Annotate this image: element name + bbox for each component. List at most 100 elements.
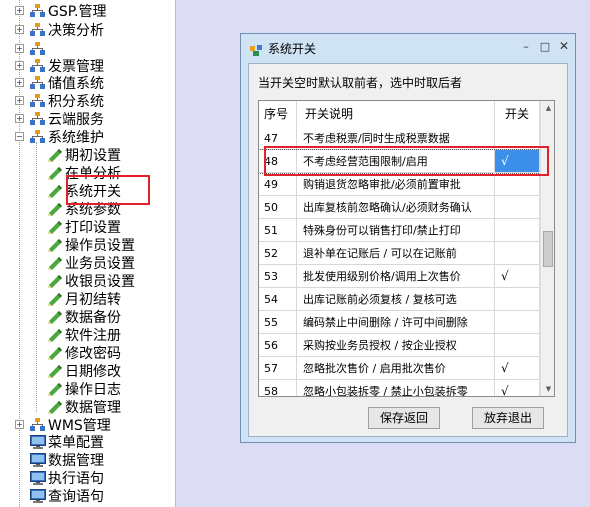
folder-tree-icon xyxy=(30,112,45,126)
expand-toggle-icon[interactable]: + xyxy=(15,78,24,87)
collapse-toggle-icon[interactable]: − xyxy=(15,132,24,141)
switch-checkbox-cell[interactable] xyxy=(495,173,540,196)
tree-item-label: 决策分析 xyxy=(48,23,104,39)
pencil-icon xyxy=(47,382,62,396)
maximize-button[interactable]: □ xyxy=(537,40,553,54)
switch-checkbox-cell[interactable] xyxy=(495,242,540,265)
switch-row[interactable]: 50 出库复核前忽略确认/必须财务确认 xyxy=(259,196,540,219)
tree-item[interactable]: 月初结转 xyxy=(47,290,121,308)
switch-row[interactable]: 47 不考虑税票/同时生成税票数据 xyxy=(259,127,540,150)
tree-item[interactable]: 数据管理 xyxy=(30,451,104,469)
tree-item[interactable]: 积分系统 xyxy=(30,92,104,110)
row-description-cell: 购销退货忽略审批/必须前置审批 xyxy=(297,173,495,196)
tree-item[interactable]: 系统参数 xyxy=(47,200,121,218)
switch-row[interactable]: 58 忽略小包装拆零 / 禁止小包装拆零 √ xyxy=(259,380,540,397)
switch-row[interactable]: 52 退补单在记账后 / 可以在记账前 xyxy=(259,242,540,265)
expand-toggle-icon[interactable]: + xyxy=(15,114,24,123)
scroll-down-button[interactable]: ▼ xyxy=(541,382,554,396)
close-button[interactable]: ✕ xyxy=(556,40,572,54)
save-return-button[interactable]: 保存返回 xyxy=(368,407,440,429)
tree-item-label: 储值系统 xyxy=(48,76,104,92)
switch-row[interactable]: 49 购销退货忽略审批/必须前置审批 xyxy=(259,173,540,196)
nav-tree: + GSP.管理 + 决策分析 + + 发票管理 + 储值系统 + 积分系统 + 云端服务 − 系统维护 期初… xyxy=(0,0,176,507)
tree-item-label: 修改密码 xyxy=(65,346,121,362)
check-mark-icon: √ xyxy=(501,384,509,397)
switch-checkbox-cell[interactable] xyxy=(495,311,540,334)
row-number-cell: 57 xyxy=(259,357,297,380)
scroll-thumb[interactable] xyxy=(543,231,553,267)
tree-item[interactable] xyxy=(30,40,48,58)
switch-row[interactable]: 51 特殊身份可以销售打印/禁止打印 xyxy=(259,219,540,242)
row-description-cell: 忽略小包装拆零 / 禁止小包装拆零 xyxy=(297,380,495,396)
tree-item[interactable]: 系统维护 xyxy=(30,128,104,146)
row-description-cell: 不考虑经营范围限制/启用 xyxy=(297,150,495,173)
tree-item[interactable]: 修改密码 xyxy=(47,344,121,362)
monitor-icon xyxy=(30,489,46,503)
switch-checkbox-cell[interactable] xyxy=(495,288,540,311)
check-mark-icon: √ xyxy=(501,154,509,168)
switch-row[interactable]: 56 采购按业务员授权 / 按企业授权 xyxy=(259,334,540,357)
expand-toggle-icon[interactable]: + xyxy=(15,6,24,15)
tree-item[interactable]: 执行语句 xyxy=(30,469,104,487)
tree-item[interactable]: 数据备份 xyxy=(47,308,121,326)
folder-tree-icon xyxy=(30,94,45,108)
row-number-cell: 51 xyxy=(259,219,297,242)
tree-item-label: 系统开关 xyxy=(65,184,121,200)
tree-item[interactable]: 系统开关 xyxy=(47,182,121,200)
switch-checkbox-cell[interactable]: √ xyxy=(495,357,540,380)
switch-row[interactable]: 54 出库记账前必须复核 / 复核可选 xyxy=(259,288,540,311)
tree-item[interactable]: 菜单配置 xyxy=(30,433,104,451)
minimize-button[interactable]: – xyxy=(518,40,534,54)
tree-item[interactable]: 收银员设置 xyxy=(47,272,135,290)
switch-checkbox-cell[interactable] xyxy=(495,127,540,150)
row-number-cell: 52 xyxy=(259,242,297,265)
expand-toggle-icon[interactable]: + xyxy=(15,96,24,105)
tree-item-label: 收银员设置 xyxy=(65,274,135,290)
pencil-icon xyxy=(47,184,62,198)
vertical-scrollbar[interactable]: ▲ ▼ xyxy=(540,101,554,396)
column-header-switch[interactable]: 开关 xyxy=(495,101,540,127)
tree-item-label: 期初设置 xyxy=(65,148,121,164)
switch-checkbox-cell[interactable] xyxy=(495,196,540,219)
switch-row[interactable]: 55 编码禁止中间删除 / 许可中间删除 xyxy=(259,311,540,334)
column-header-no[interactable]: 序号 xyxy=(259,101,297,127)
tree-item[interactable]: 软件注册 xyxy=(47,326,121,344)
row-description-cell: 特殊身份可以销售打印/禁止打印 xyxy=(297,219,495,242)
tree-item-label: 积分系统 xyxy=(48,94,104,110)
tree-item[interactable]: 决策分析 xyxy=(30,21,104,39)
expand-toggle-icon[interactable]: + xyxy=(15,61,24,70)
tree-item[interactable]: GSP.管理 xyxy=(30,2,106,20)
tree-item[interactable]: 期初设置 xyxy=(47,146,121,164)
tree-item[interactable]: 日期修改 xyxy=(47,362,121,380)
pencil-icon xyxy=(47,166,62,180)
expand-toggle-icon[interactable]: + xyxy=(15,25,24,34)
dialog-titlebar[interactable]: 系统开关 – □ ✕ xyxy=(241,34,575,61)
switch-row[interactable]: 57 忽略批次售价 / 启用批次售价 √ xyxy=(259,357,540,380)
switch-checkbox-cell[interactable]: √ xyxy=(495,150,540,173)
tree-item[interactable]: 操作日志 xyxy=(47,380,121,398)
column-header-desc[interactable]: 开关说明 xyxy=(297,101,495,127)
tree-item-label: 系统维护 xyxy=(48,130,104,146)
switch-checkbox-cell[interactable] xyxy=(495,219,540,242)
expand-toggle-icon[interactable]: + xyxy=(15,44,24,53)
tree-item[interactable]: 查询语句 xyxy=(30,487,104,505)
switch-row[interactable]: 48 不考虑经营范围限制/启用 √ xyxy=(259,149,540,174)
tree-item[interactable]: 打印设置 xyxy=(47,218,121,236)
tree-item[interactable]: 云端服务 xyxy=(30,110,104,128)
switch-checkbox-cell[interactable]: √ xyxy=(495,265,540,288)
tree-item[interactable]: 在单分析 xyxy=(47,164,121,182)
tree-item[interactable]: 操作员设置 xyxy=(47,236,135,254)
switch-checkbox-cell[interactable]: √ xyxy=(495,380,540,397)
row-number-cell: 54 xyxy=(259,288,297,311)
scroll-up-button[interactable]: ▲ xyxy=(541,101,554,116)
tree-item[interactable]: 业务员设置 xyxy=(47,254,135,272)
tree-item[interactable]: 储值系统 xyxy=(30,74,104,92)
tree-item[interactable]: 数据管理 xyxy=(47,398,121,416)
switch-checkbox-cell[interactable] xyxy=(495,334,540,357)
cancel-exit-button[interactable]: 放弃退出 xyxy=(472,407,544,429)
folder-tree-icon xyxy=(30,418,45,432)
switch-row[interactable]: 53 批发使用级别价格/调用上次售价 √ xyxy=(259,265,540,288)
folder-tree-icon xyxy=(30,59,45,73)
expand-toggle-icon[interactable]: + xyxy=(15,420,24,429)
pencil-icon xyxy=(47,202,62,216)
